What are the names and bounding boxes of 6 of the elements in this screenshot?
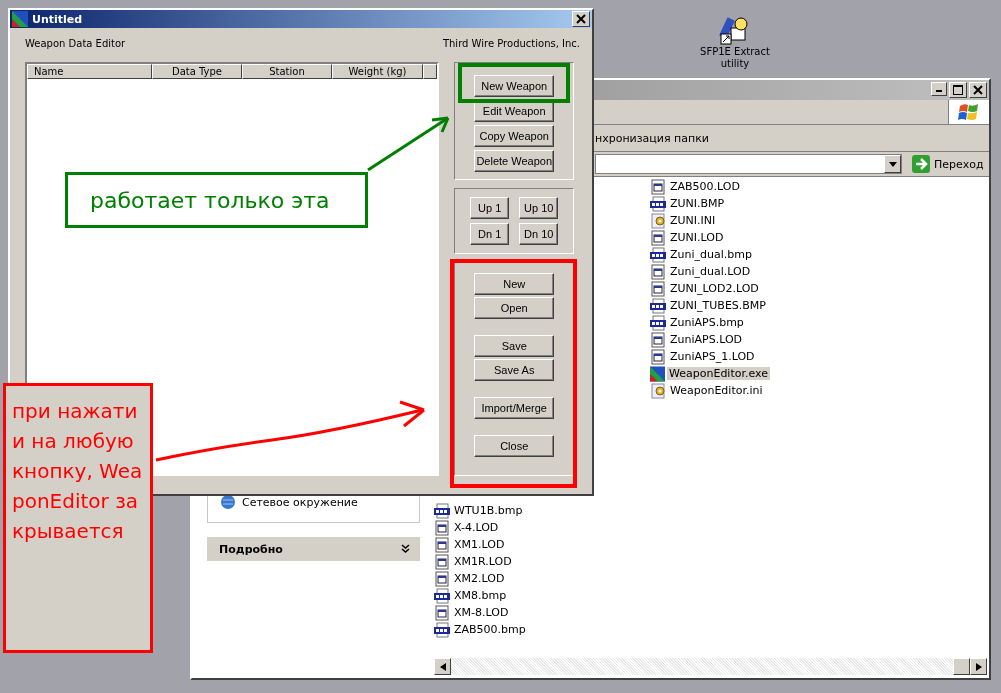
annotation-note: при нажатии на любую кнопку, WeaponEditor закрывается [3, 383, 153, 653]
window-title: Untitled [32, 12, 84, 26]
details-title: Подробно [219, 542, 283, 556]
app-name: Weapon Data Editor [25, 38, 126, 51]
company-name: Third Wire Productions, Inc. [442, 38, 580, 51]
annotation-note: работает только эта [65, 172, 368, 228]
